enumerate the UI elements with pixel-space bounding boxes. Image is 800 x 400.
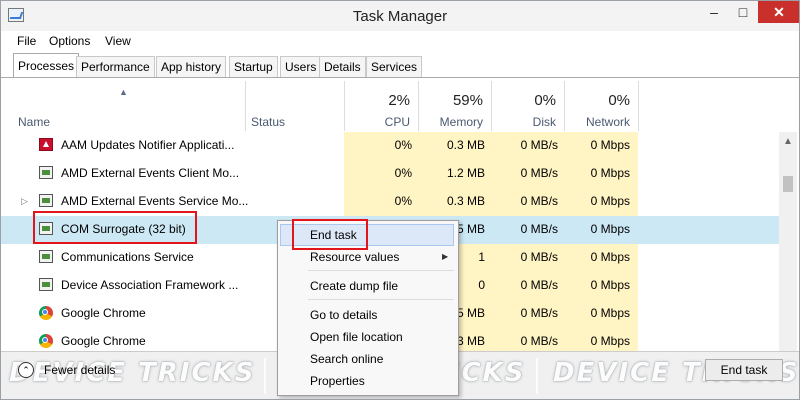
sort-ascending-icon: ▲: [119, 87, 128, 97]
menu-item-resource-values[interactable]: Resource values: [310, 250, 399, 264]
memory-label: Memory: [439, 115, 483, 129]
table-row[interactable]: AMD External Events Client Mo... 0% 1.2 …: [1, 160, 779, 188]
tab-services[interactable]: Services: [366, 56, 423, 77]
column-header-status[interactable]: Status: [251, 115, 285, 129]
column-divider: [638, 81, 639, 131]
memory-cell: 0.3 MB: [446, 194, 485, 208]
window-icon: [39, 278, 53, 291]
memory-cell: 0.3 MB: [446, 138, 485, 152]
window-title: Task Manager: [352, 8, 448, 25]
column-header-cpu[interactable]: 2% CPU: [344, 78, 418, 132]
fewer-details-link[interactable]: Fewer details: [44, 363, 115, 377]
chrome-icon: [39, 334, 53, 348]
disk-cell: 0 MB/s: [520, 222, 558, 236]
menu-item-go-to-details[interactable]: Go to details: [310, 308, 377, 322]
menu-item-properties[interactable]: Properties: [310, 374, 365, 388]
watermark-separator: [264, 358, 266, 394]
disk-total: 0%: [534, 92, 556, 109]
title-bar: Task Manager – □ ✕: [1, 1, 799, 31]
network-cell: 0 Mbps: [590, 306, 630, 320]
column-header-memory[interactable]: 59% Memory: [418, 78, 491, 132]
column-divider: [245, 81, 246, 131]
memory-cell: 1.2 MB: [446, 166, 485, 180]
process-name: AAM Updates Notifier Applicati...: [61, 138, 235, 152]
window-icon: [39, 166, 53, 179]
highlight-box-process: [33, 211, 197, 244]
close-button[interactable]: ✕: [758, 1, 799, 23]
adobe-icon: [39, 138, 53, 151]
collapse-chevron-icon[interactable]: ⌃: [18, 362, 34, 378]
network-cell: 0 Mbps: [590, 334, 630, 348]
cpu-label: CPU: [384, 115, 410, 129]
menu-item-search-online[interactable]: Search online: [310, 352, 383, 366]
cpu-cell: 0%: [394, 138, 412, 152]
cpu-cell: 0%: [394, 194, 412, 208]
menu-item-open-file-location[interactable]: Open file location: [310, 330, 403, 344]
process-name: Device Association Framework ...: [61, 278, 239, 292]
process-name: AMD External Events Service Mo...: [61, 194, 249, 208]
menu-separator: [308, 270, 454, 271]
tab-performance[interactable]: Performance: [76, 56, 155, 77]
cpu-cell: 0%: [394, 166, 412, 180]
network-cell: 0 Mbps: [590, 166, 630, 180]
window-icon: [39, 194, 53, 207]
network-label: Network: [585, 115, 630, 129]
column-header-network[interactable]: 0% Network: [564, 78, 638, 132]
process-name: AMD External Events Client Mo...: [61, 166, 240, 180]
vertical-scrollbar[interactable]: ▲: [779, 132, 797, 351]
column-header-disk[interactable]: 0% Disk: [491, 78, 564, 132]
tab-details[interactable]: Details: [319, 56, 366, 77]
submenu-arrow-icon: ▶: [442, 252, 449, 261]
minimize-button[interactable]: –: [700, 1, 728, 23]
network-total: 0%: [608, 92, 630, 109]
menu-item-create-dump-file[interactable]: Create dump file: [310, 279, 398, 293]
column-header-name[interactable]: Name: [18, 115, 50, 129]
maximize-button[interactable]: □: [729, 1, 757, 23]
disk-cell: 0 MB/s: [520, 306, 558, 320]
tab-users[interactable]: Users: [280, 56, 322, 77]
disk-label: Disk: [532, 115, 556, 129]
network-cell: 0 Mbps: [590, 194, 630, 208]
tab-processes[interactable]: Processes: [13, 53, 80, 78]
tab-app-history[interactable]: App history: [156, 56, 227, 77]
cpu-total: 2%: [388, 92, 410, 109]
memory-total: 59%: [452, 92, 483, 109]
menu-separator: [308, 299, 454, 300]
menu-options[interactable]: Options: [49, 34, 90, 48]
menu-view[interactable]: View: [105, 34, 131, 48]
table-row[interactable]: AAM Updates Notifier Applicati... 0% 0.3…: [1, 132, 779, 160]
network-cell: 0 Mbps: [590, 222, 630, 236]
disk-cell: 0 MB/s: [520, 138, 558, 152]
network-cell: 0 Mbps: [590, 278, 630, 292]
tab-startup[interactable]: Startup: [229, 56, 278, 77]
process-name: Google Chrome: [61, 306, 146, 320]
network-cell: 0 Mbps: [590, 138, 630, 152]
chrome-icon: [39, 306, 53, 320]
process-name: Communications Service: [61, 250, 194, 264]
window-icon: [39, 250, 53, 263]
disk-cell: 0 MB/s: [520, 194, 558, 208]
network-cell: 0 Mbps: [590, 250, 630, 264]
disk-cell: 0 MB/s: [520, 278, 558, 292]
disk-cell: 0 MB/s: [520, 334, 558, 348]
disk-cell: 0 MB/s: [520, 250, 558, 264]
disk-cell: 0 MB/s: [520, 166, 558, 180]
task-manager-window: Task Manager – □ ✕ File Options View Pro…: [0, 0, 800, 400]
menu-file[interactable]: File: [17, 34, 36, 48]
scroll-thumb[interactable]: [783, 176, 793, 192]
highlight-box-end-task: [292, 219, 368, 250]
process-name: Google Chrome: [61, 334, 146, 348]
watermark-separator: [536, 358, 538, 394]
scroll-up-arrow-icon[interactable]: ▲: [783, 136, 793, 147]
expand-chevron-icon[interactable]: ▷: [21, 196, 28, 207]
end-task-button[interactable]: End task: [705, 359, 783, 381]
